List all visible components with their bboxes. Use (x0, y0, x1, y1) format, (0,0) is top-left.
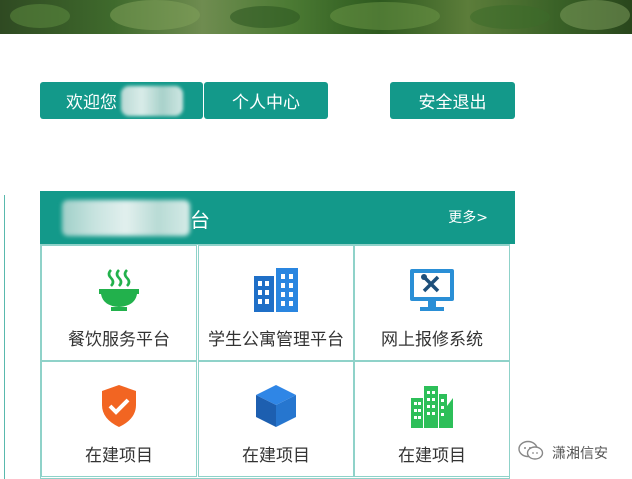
repair-monitor-icon (402, 265, 462, 315)
apartment-building-icon (246, 265, 306, 315)
city-buildings-icon (402, 381, 462, 431)
service-label: 在建项目 (242, 446, 310, 466)
logout-label: 安全退出 (418, 93, 487, 113)
service-label: 网上报修系统 (381, 330, 483, 350)
welcome-user-button[interactable]: 欢迎您 (40, 82, 203, 119)
service-construction-project-3[interactable]: 在建项目 (354, 361, 510, 477)
redacted-username (121, 85, 183, 116)
platform-panel-header: 台 更多> (40, 191, 515, 244)
panel-title: 台 (62, 200, 210, 236)
service-dining-platform[interactable]: 餐饮服务平台 (41, 245, 197, 361)
service-construction-project-2[interactable]: 在建项目 (198, 361, 354, 477)
welcome-label: 欢迎您 (66, 93, 117, 113)
logout-button[interactable]: 安全退出 (390, 82, 515, 119)
watermark-text: 潇湘信安 (552, 446, 608, 462)
service-construction-project-1[interactable]: 在建项目 (41, 361, 197, 477)
service-online-repair[interactable]: 网上报修系统 (354, 245, 510, 361)
header-banner-image (0, 0, 632, 34)
service-label: 在建项目 (398, 446, 466, 466)
service-label: 学生公寓管理平台 (208, 330, 344, 350)
bowl-icon (89, 265, 149, 315)
watermark: 潇湘信安 (518, 440, 608, 466)
service-label: 餐饮服务平台 (68, 330, 170, 350)
more-link[interactable]: 更多> (448, 207, 488, 227)
service-student-apartment[interactable]: 学生公寓管理平台 (198, 245, 354, 361)
panel-title-suffix: 台 (190, 207, 210, 232)
wechat-icon (518, 440, 544, 466)
personal-center-label: 个人中心 (232, 93, 300, 113)
redacted-title (62, 200, 190, 236)
personal-center-button[interactable]: 个人中心 (204, 82, 328, 119)
shield-check-icon (89, 381, 149, 431)
service-grid: 餐饮服务平台 学生公寓管理平台 网上报修系统 在建项目 在建项目 在建项目 (40, 244, 510, 479)
service-label: 在建项目 (85, 446, 153, 466)
cube-icon (246, 381, 306, 431)
left-panel-edge (0, 195, 5, 479)
